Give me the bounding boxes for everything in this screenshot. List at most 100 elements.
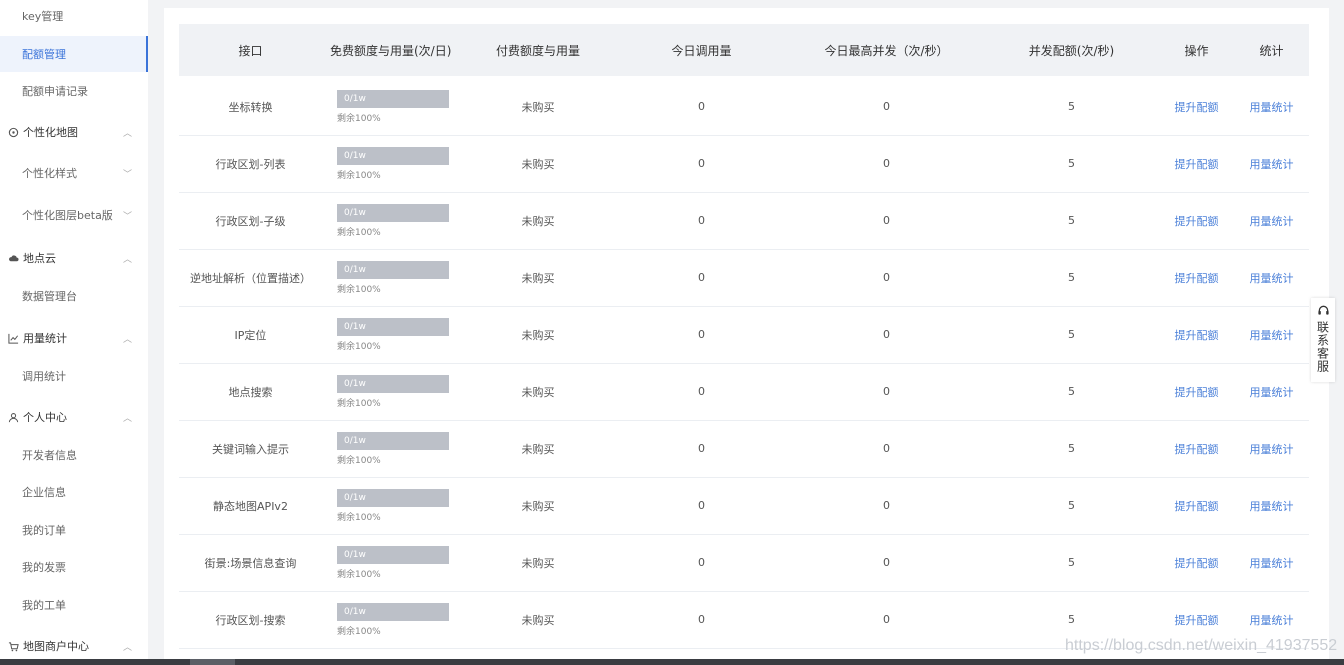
api-name: 静态地图APIv2: [213, 499, 288, 513]
usage-stats-link[interactable]: 用量统计: [1234, 441, 1309, 457]
table-row: 行政区划-列表 0/1w 剩余100% 未购买 0 0 5 提升配额 用量统计: [179, 135, 1309, 193]
api-name: 逆地址解析（位置描述）: [190, 271, 311, 285]
quota-usage-bar: 0/1w: [337, 488, 449, 507]
sidebar-item-key-management[interactable]: key管理: [0, 0, 148, 34]
today-calls: 0: [698, 556, 705, 569]
table-row: 静态地图APIv2 0/1w 剩余100% 未购买 0 0 5 提升配额 用量统…: [179, 477, 1309, 535]
sidebar-item-label: 个性化样式: [22, 167, 77, 180]
increase-quota-link[interactable]: 提升配额: [1159, 327, 1234, 343]
sidebar-item-label: 我的订单: [22, 524, 66, 537]
sidebar-item-label: 我的工单: [22, 599, 66, 612]
api-name: 坐标转换: [228, 100, 273, 114]
today-calls: 0: [698, 328, 705, 341]
paid-quota: 未购买: [521, 556, 555, 570]
sidebar-item-label: 配额管理: [22, 48, 66, 61]
quota-usage-bar: 0/1w: [337, 317, 449, 336]
today-peak-concurrency: 0: [883, 556, 890, 569]
concurrency-quota: 5: [1068, 157, 1075, 170]
today-peak-concurrency: 0: [883, 271, 890, 284]
increase-quota-link[interactable]: 提升配额: [1159, 99, 1234, 115]
table-row: 地点搜索 0/1w 剩余100% 未购买 0 0 5 提升配额 用量统计: [179, 363, 1309, 421]
sidebar-group-usage-stats[interactable]: 用量统计 ︿: [0, 320, 148, 356]
usage-stats-link[interactable]: 用量统计: [1234, 327, 1309, 343]
column-header: 操作: [1184, 43, 1209, 58]
usage-stats-link[interactable]: 用量统计: [1234, 498, 1309, 514]
usage-stats-link[interactable]: 用量统计: [1234, 213, 1309, 229]
api-name: 关键词输入提示: [212, 442, 289, 456]
paid-quota: 未购买: [521, 214, 555, 228]
sidebar-group-custom-map[interactable]: 个性化地图 ︿: [0, 114, 148, 150]
usage-stats-link[interactable]: 用量统计: [1234, 612, 1309, 628]
table-row: 逆地址解析（位置描述） 0/1w 剩余100% 未购买 0 0 5 提升配额 用…: [179, 249, 1309, 307]
today-peak-concurrency: 0: [883, 100, 890, 113]
sidebar-item-custom-style[interactable]: 个性化样式 ﹀: [0, 155, 148, 191]
chevron-up-icon: ︿: [122, 334, 132, 345]
usage-stats-link[interactable]: 用量统计: [1234, 384, 1309, 400]
free-quota-cell: 0/1w 剩余100%: [322, 374, 462, 409]
sidebar-item-quota-application-records[interactable]: 配额申请记录: [0, 73, 148, 109]
cart-icon: [8, 641, 19, 651]
scrollbar-thumb[interactable]: [190, 659, 235, 665]
increase-quota-link[interactable]: 提升配额: [1159, 441, 1234, 457]
cloud-icon: [9, 254, 19, 261]
increase-quota-link[interactable]: 提升配额: [1159, 156, 1234, 172]
concurrency-quota: 5: [1068, 385, 1075, 398]
table-row: 行政区划-子级 0/1w 剩余100% 未购买 0 0 5 提升配额 用量统计: [179, 192, 1309, 250]
quota-remaining: 剩余100%: [337, 512, 381, 523]
contact-service-tab[interactable]: 联系客服: [1311, 298, 1335, 382]
today-peak-concurrency: 0: [883, 442, 890, 455]
usage-stats-link[interactable]: 用量统计: [1234, 555, 1309, 571]
concurrency-quota: 5: [1068, 499, 1075, 512]
api-name: 地点搜索: [228, 385, 273, 399]
api-name: 行政区划-搜索: [215, 613, 286, 627]
sidebar-item-quota-management[interactable]: 配额管理: [0, 36, 148, 72]
usage-stats-link[interactable]: 用量统计: [1234, 156, 1309, 172]
increase-quota-link[interactable]: 提升配额: [1159, 213, 1234, 229]
increase-quota-link[interactable]: 提升配额: [1159, 270, 1234, 286]
increase-quota-link[interactable]: 提升配额: [1159, 555, 1234, 571]
sidebar-item-data-console[interactable]: 数据管理台: [0, 278, 148, 314]
increase-quota-link[interactable]: 提升配额: [1159, 384, 1234, 400]
paid-quota: 未购买: [521, 100, 555, 114]
column-header: 免费额度与用量(次/日): [330, 43, 452, 58]
usage-stats-link[interactable]: 用量统计: [1234, 99, 1309, 115]
sidebar-item-my-orders[interactable]: 我的订单: [0, 512, 148, 548]
sidebar-item-company-info[interactable]: 企业信息: [0, 474, 148, 510]
concurrency-quota: 5: [1068, 214, 1075, 227]
quota-remaining: 剩余100%: [337, 455, 381, 466]
usage-stats-link[interactable]: 用量统计: [1234, 270, 1309, 286]
free-quota-cell: 0/1w 剩余100%: [322, 260, 462, 295]
table-row: 坐标转换 0/1w 剩余100% 未购买 0 0 5 提升配额 用量统计: [179, 78, 1309, 136]
sidebar-item-label: 数据管理台: [22, 290, 77, 303]
quota-usage-bar: 0/1w: [337, 260, 449, 279]
sidebar-item-developer-info[interactable]: 开发者信息: [0, 437, 148, 473]
quota-remaining: 剩余100%: [337, 170, 381, 181]
quota-usage-bar: 0/1w: [337, 203, 449, 222]
concurrency-quota: 5: [1068, 613, 1075, 626]
today-peak-concurrency: 0: [883, 214, 890, 227]
watermark: https://blog.csdn.net/weixin_41937552: [1065, 637, 1338, 654]
api-name: 街景:场景信息查询: [204, 556, 297, 570]
palette-icon: [8, 127, 19, 137]
concurrency-quota: 5: [1068, 556, 1075, 569]
increase-quota-link[interactable]: 提升配额: [1159, 612, 1234, 628]
column-header: 统计: [1259, 43, 1284, 58]
quota-remaining: 剩余100%: [337, 569, 381, 580]
sidebar-item-label: 个性化图层beta版: [22, 209, 113, 222]
paid-quota: 未购买: [521, 271, 555, 285]
quota-usage-bar: 0/1w: [337, 602, 449, 621]
sidebar-item-label: 企业信息: [22, 486, 66, 499]
sidebar-item-my-tickets[interactable]: 我的工单: [0, 587, 148, 623]
today-peak-concurrency: 0: [883, 328, 890, 341]
sidebar-item-my-invoices[interactable]: 我的发票: [0, 549, 148, 585]
increase-quota-link[interactable]: 提升配额: [1159, 498, 1234, 514]
sidebar-item-custom-layer-beta[interactable]: 个性化图层beta版 ﹀: [0, 197, 148, 233]
column-header: 接口: [238, 43, 263, 58]
sidebar-item-call-stats[interactable]: 调用统计: [0, 358, 148, 394]
sidebar-group-personal-center[interactable]: 个人中心 ︿: [0, 399, 148, 435]
sidebar-group-place-cloud[interactable]: 地点云 ︿: [0, 240, 148, 276]
paid-quota: 未购买: [521, 157, 555, 171]
horizontal-scrollbar[interactable]: [0, 659, 1344, 665]
free-quota-cell: 0/1w 剩余100%: [322, 203, 462, 238]
table-header: 接口 免费额度与用量(次/日) 付费额度与用量 今日调用量 今日最高并发（次/秒…: [179, 24, 1309, 76]
